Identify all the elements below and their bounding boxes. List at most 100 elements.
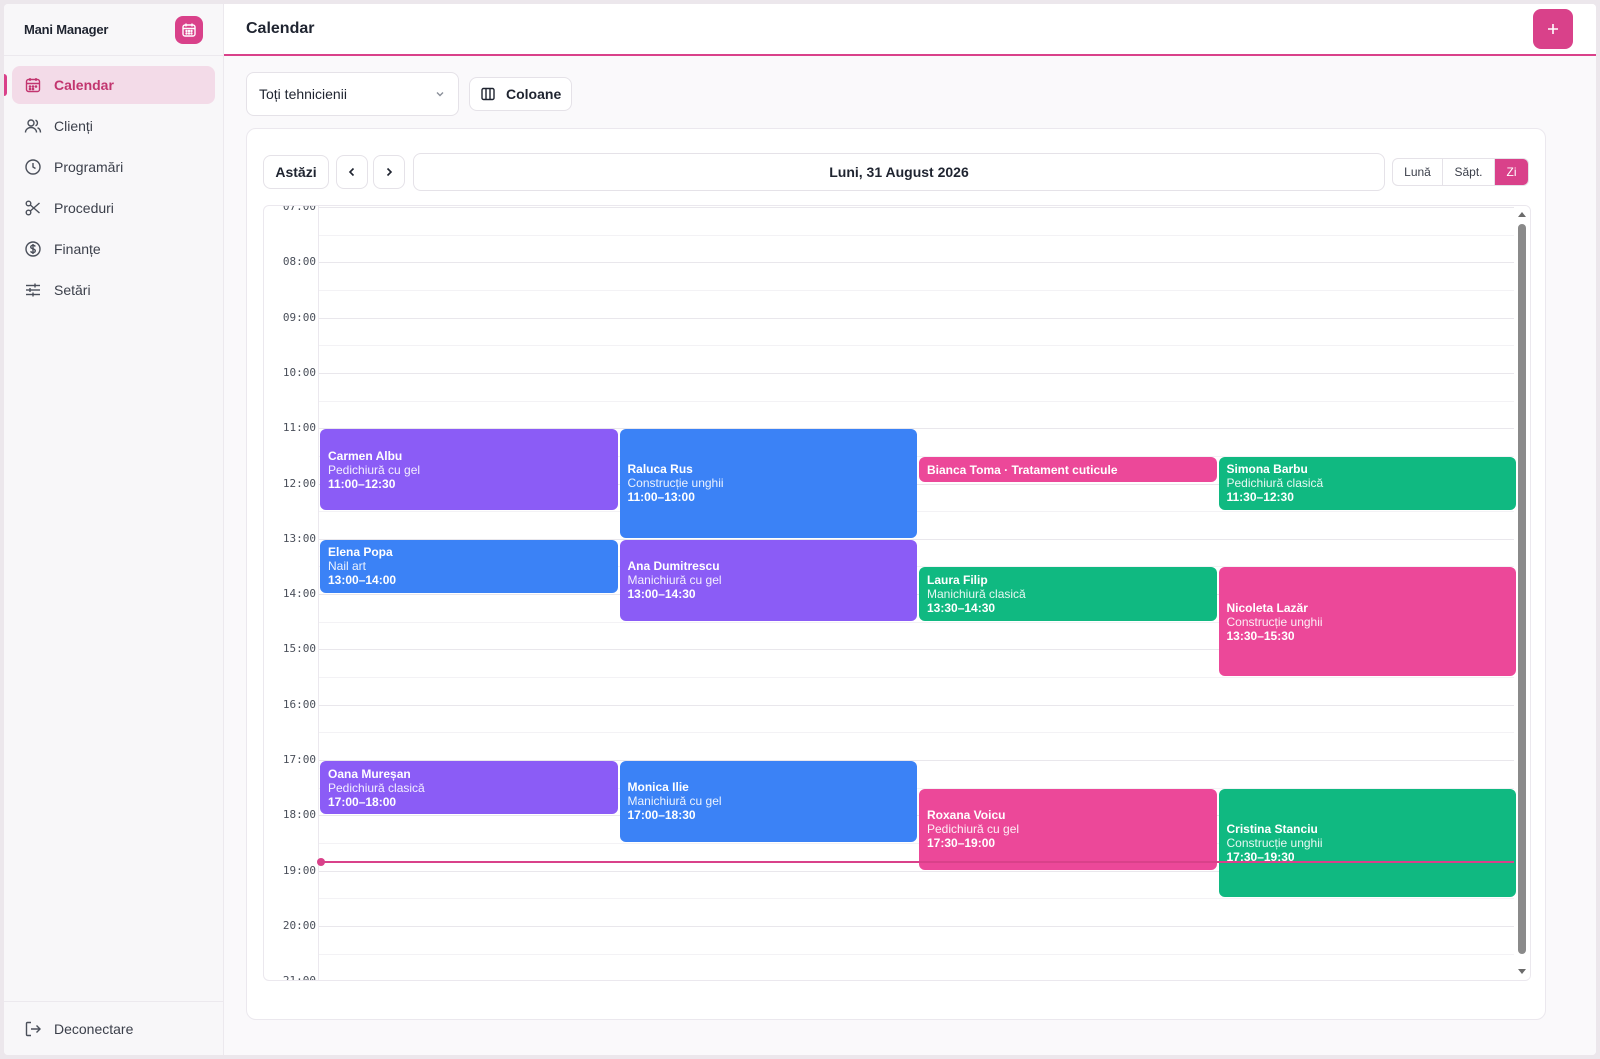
appointment-time: 11:30–12:30 — [1226, 490, 1294, 505]
current-time-indicator — [321, 860, 1514, 863]
appointment-procedure: Pedichiură cu gel — [927, 822, 1020, 837]
appointment-procedure: Manichiură cu gel — [627, 573, 722, 588]
sidebar-item-clienti[interactable]: Clienți — [12, 107, 215, 145]
appointment-event[interactable]: Oana Mureșan Pedichiură clasică 17:00–18:0… — [320, 761, 618, 815]
sidebar-item-label: Programări — [54, 159, 124, 175]
time-label: 16:00 — [282, 697, 316, 711]
scroll-down-icon[interactable] — [1518, 968, 1526, 976]
sidebar-item-label: Finanțe — [54, 241, 101, 257]
scroll-thumb[interactable] — [1518, 224, 1526, 954]
hour-line — [319, 262, 1514, 264]
technician-select-value: Toți tehnicienii — [259, 86, 347, 102]
appointment-event[interactable]: Ana Dumitrescu Manichiură cu gel 13:00–14:… — [619, 539, 917, 621]
appointment-client: Ana Dumitrescu — [627, 559, 720, 574]
appointment-procedure: Construcție unghii — [1226, 614, 1323, 629]
logout-icon — [24, 1020, 42, 1038]
appointment-event[interactable]: Bianca Toma · Tratament cuticule — [919, 456, 1217, 483]
logout-button[interactable]: Deconectare — [4, 1001, 223, 1055]
appointment-event[interactable]: Simona Barbu Pedichiură clasică 11:30–12:3… — [1218, 456, 1516, 511]
next-day-button[interactable] — [373, 155, 405, 189]
appointment-client: Bianca Toma · Tratament cuticule — [927, 462, 1118, 477]
appointment-time: 13:30–15:30 — [1226, 628, 1295, 643]
appointment-procedure: Construcție unghii — [1226, 835, 1323, 850]
time-label: 14:00 — [282, 587, 316, 601]
columns-label: Coloane — [506, 86, 562, 102]
view-day-button[interactable]: Zi — [1495, 159, 1528, 185]
appointment-event[interactable]: Carmen Albu Pedichiură cu gel 11:00–12:30 — [320, 429, 618, 511]
day-grid[interactable]: 07:00 08:00 09:00 10:00 11:00 12:00 13:00 14:00… — [263, 205, 1531, 981]
brand: Mani Manager — [4, 4, 223, 56]
appointment-time: 13:00–14:00 — [328, 573, 397, 588]
sidebar-item-calendar[interactable]: Calendar — [4, 66, 215, 104]
appointment-procedure: Pedichiură clasică — [328, 780, 425, 795]
appointment-time: 17:30–19:00 — [927, 836, 996, 851]
time-label: 07:00 — [282, 205, 316, 213]
page-title: Calendar — [246, 20, 315, 37]
plus-icon — [1548, 24, 1558, 34]
appointment-event[interactable]: Raluca Rus Construcție unghii 11:00–13:00 — [619, 429, 917, 538]
appointment-time: 13:00–14:30 — [627, 587, 696, 602]
columns-button[interactable]: Coloane — [469, 77, 573, 111]
appointment-time: 11:00–13:00 — [627, 490, 695, 505]
appointment-client: Simona Barbu — [1226, 462, 1308, 477]
columns-icon — [480, 86, 496, 102]
appointment-event[interactable]: Roxana Voicu Pedichiură cu gel 17:30–19:00 — [919, 788, 1217, 870]
appointment-event[interactable]: Nicoleta Lazăr Construcție unghii 13:30–15… — [1218, 567, 1516, 677]
appointment-event[interactable]: Cristina Stanciu Construcție unghii 17:30–… — [1218, 788, 1516, 898]
brand-name: Mani Manager — [24, 22, 109, 37]
appointment-event[interactable]: Monica Ilie Manichiură cu gel 17:00–18:30 — [619, 761, 917, 842]
time-label: 21:00 — [282, 974, 316, 981]
appointment-client: Oana Mureșan — [328, 766, 411, 781]
chevron-left-icon — [348, 167, 355, 177]
half-hour-line — [319, 732, 1514, 734]
half-hour-line — [319, 400, 1514, 402]
view-week-button[interactable]: Săpt. — [1443, 159, 1495, 185]
sidebar-item-programari[interactable]: Programări — [12, 148, 215, 186]
sidebar-item-proceduri[interactable]: Proceduri — [12, 189, 215, 227]
prev-day-button[interactable] — [336, 155, 368, 189]
clock-icon — [24, 158, 42, 176]
dollar-circle-icon — [24, 240, 42, 258]
half-hour-line — [319, 234, 1514, 236]
hour-line — [319, 317, 1514, 319]
technician-select[interactable]: Toți tehnicienii — [246, 72, 459, 116]
scroll-up-icon[interactable] — [1518, 210, 1526, 218]
sidebar-item-finante[interactable]: Finanțe — [12, 230, 215, 268]
appointment-client: Monica Ilie — [627, 780, 689, 795]
sidebar-item-label: Calendar — [54, 77, 114, 93]
calendar-icon — [24, 76, 42, 94]
calendar-card: Astăzi Luni, 31 August 2026 Lună Săpt. Z… — [246, 128, 1546, 1020]
users-icon — [24, 117, 42, 135]
sidebar-item-label: Clienți — [54, 118, 93, 134]
hour-line — [319, 372, 1514, 374]
chevron-down-icon — [436, 92, 444, 97]
scrollbar[interactable] — [1514, 206, 1530, 980]
view-month-button[interactable]: Lună — [1393, 159, 1443, 185]
time-label: 12:00 — [282, 476, 316, 490]
appointment-event[interactable]: Elena Popa Nail art 13:00–14:00 — [320, 539, 618, 594]
time-label: 20:00 — [282, 918, 316, 932]
appointment-time: 17:00–18:30 — [627, 808, 696, 823]
sidebar-item-setari[interactable]: Setări — [12, 271, 215, 309]
calendar-header: Astăzi Luni, 31 August 2026 Lună Săpt. Z… — [263, 153, 1529, 191]
calendar-icon[interactable] — [175, 15, 203, 44]
today-button[interactable]: Astăzi — [263, 155, 329, 189]
half-hour-line — [319, 677, 1514, 679]
time-label: 18:00 — [282, 808, 316, 822]
half-hour-line — [319, 345, 1514, 347]
main-content: Calendar Toți tehnicienii Coloane Astăzi… — [224, 4, 1596, 1055]
sidebar-item-label: Proceduri — [54, 200, 114, 216]
view-switcher: Lună Săpt. Zi — [1392, 158, 1529, 186]
current-date: Luni, 31 August 2026 — [413, 153, 1385, 191]
appointment-procedure: Pedichiură clasică — [1226, 476, 1324, 491]
appointment-procedure: Pedichiură cu gel — [328, 462, 421, 477]
add-appointment-button[interactable] — [1533, 9, 1573, 49]
appointment-time: 11:00–12:30 — [328, 476, 396, 491]
chevron-right-icon — [386, 167, 393, 177]
hour-line — [319, 704, 1514, 706]
appointment-client: Cristina Stanciu — [1226, 821, 1318, 836]
appointment-event[interactable]: Laura Filip Manichiură clasică 13:30–14:30 — [919, 567, 1217, 621]
half-hour-line — [319, 953, 1514, 955]
appointment-client: Roxana Voicu — [927, 808, 1006, 823]
time-label: 15:00 — [282, 642, 316, 656]
